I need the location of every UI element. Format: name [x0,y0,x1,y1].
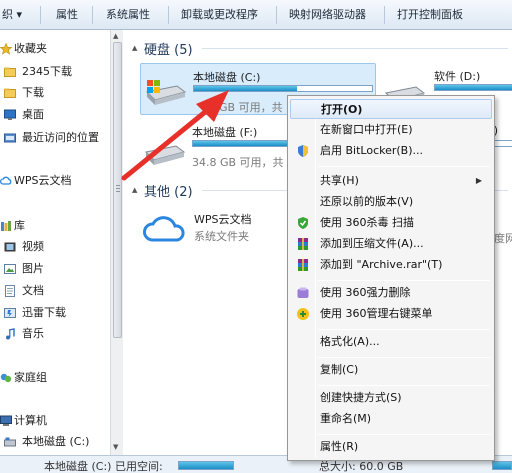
wps-cloud-name: WPS云文档 [194,213,252,226]
nav-item-2345-downloads[interactable]: 2345下载 [0,62,110,82]
menu-item-360-force-delete[interactable]: 使用 360强力删除 [290,283,492,303]
nav-item-documents[interactable]: 文档 [0,281,110,301]
nav-item-pictures[interactable]: 图片 [0,259,110,279]
status-usage-bar [178,461,234,470]
scroll-down-arrow-icon[interactable]: ▼ [113,443,118,451]
navigation-scrollbar[interactable]: ▲ ▼ [110,30,123,455]
picture-icon [4,264,16,274]
uninstall-program-button[interactable]: 卸载或更改程序 [181,0,258,30]
cloud-icon [0,176,12,185]
nav-item-desktop[interactable]: 桌面 [0,105,110,125]
nav-item-computer[interactable]: 计算机 [0,411,110,431]
cloud-icon [143,216,185,242]
wps-cloud-sub: 系统文件夹 [194,230,249,243]
hdd-group-header[interactable]: 硬盘 (5) [144,39,193,58]
drive-d-name: 软件 (D:) [434,70,481,83]
recent-places-icon [4,133,16,143]
library-icon [1,221,11,231]
menu-item-properties[interactable]: 属性(R) [290,437,492,457]
folder-icon [4,67,16,77]
menu-item-open-new-window[interactable]: 在新窗口中打开(E) [290,120,492,140]
menu-item-rename[interactable]: 重命名(M) [290,409,492,429]
collapse-group-icon[interactable]: ▲ [132,186,137,194]
drive-c-usage-bar [193,85,373,92]
properties-button[interactable]: 属性 [56,0,78,30]
nav-item-recent-places[interactable]: 最近访问的位置 [0,128,110,148]
drive-d-usage-bar [434,84,512,91]
360-delete-icon [297,287,309,298]
menu-item-restore-previous[interactable]: 还原以前的版本(V) [290,192,492,212]
menu-item-add-to-archive-rar[interactable]: 添加到 "Archive.rar"(T) [290,255,492,275]
group-divider [202,48,508,49]
drive-f-name: 本地磁盘 (F:) [192,126,258,139]
menu-item-create-shortcut[interactable]: 创建快捷方式(S) [290,388,492,408]
360-manager-icon [297,308,309,320]
drive-c-name: 本地磁盘 (C:) [193,71,261,84]
drive-d-usage-fill [435,85,512,90]
status-usage-bar-right [492,461,512,470]
menu-item-copy[interactable]: 复制(C) [290,360,492,380]
local-disk-icon [145,80,187,105]
context-menu: 打开(O) 在新窗口中打开(E) 启用 BitLocker(B)... 共享(H… [287,95,495,461]
scroll-up-arrow-icon[interactable]: ▲ [113,32,118,40]
menu-item-360-context-manager[interactable]: 使用 360管理右键菜单 [290,304,492,324]
local-disk-icon [144,145,186,165]
open-control-panel-button[interactable]: 打开控制面板 [397,0,463,30]
nav-item-homegroup[interactable]: 家庭组 [0,368,110,388]
nav-item-libraries[interactable]: 库 [0,216,110,236]
nav-item-wps-cloud[interactable]: WPS云文档 [0,171,110,191]
winrar-icon [298,238,308,250]
nav-item-thunder-downloads[interactable]: 迅雷下载 [0,303,110,323]
computer-icon [0,415,12,426]
navigation-pane: 收藏夹 2345下载 下载 桌面 最近访问的位置 WPS云文档 库 视频 图片 … [0,30,110,455]
menu-item-open[interactable]: 打开(O) [290,99,492,119]
drive-f-free-text: 34.8 GB 可用，共 [192,156,284,169]
drive-c-free-text: GB 可用，共 [219,101,283,114]
toolbar-separator [168,6,169,24]
nav-item-local-disk-c[interactable]: 本地磁盘 (C:) [0,432,110,452]
menu-item-360-scan[interactable]: 使用 360杀毒 扫描 [290,213,492,233]
winrar-icon [298,259,308,271]
nav-item-music[interactable]: 音乐 [0,324,110,344]
toolbar-separator [276,6,277,24]
nav-item-downloads[interactable]: 下载 [0,83,110,103]
drive-c-usage-fill [194,86,298,91]
toolbar-separator [384,6,385,24]
collapse-group-icon[interactable]: ▲ [132,44,137,52]
folder-icon [4,88,16,98]
thunder-download-icon [4,308,16,318]
document-icon [5,285,15,297]
map-network-drive-button[interactable]: 映射网络驱动器 [289,0,366,30]
drive-icon [4,437,16,447]
hidden-item-text: 度网 [494,232,512,245]
other-group-header[interactable]: 其他 (2) [144,181,193,200]
video-icon [4,242,16,252]
organize-button[interactable]: 织 ▾ [2,0,22,30]
toolbar-separator [40,6,41,24]
menu-item-format[interactable]: 格式化(A)... [290,332,492,352]
nav-item-favorites[interactable]: 收藏夹 [0,39,110,59]
submenu-arrow-icon: ▶ [475,176,482,185]
star-icon [0,43,12,55]
homegroup-icon [0,373,12,383]
toolbar-separator [92,6,93,24]
command-bar: 织 ▾ 属性 系统属性 卸载或更改程序 映射网络驱动器 打开控制面板 [0,0,512,30]
status-selected-drive: 本地磁盘 (C:) 已用空间: [44,460,163,473]
shield-icon [298,145,308,157]
360-antivirus-icon [298,217,308,229]
menu-item-share[interactable]: 共享(H) ▶ [290,171,492,191]
scrollbar-thumb[interactable] [113,42,122,338]
desktop-icon [4,109,16,120]
system-properties-button[interactable]: 系统属性 [106,0,150,30]
menu-item-bitlocker[interactable]: 启用 BitLocker(B)... [290,141,492,161]
nav-item-videos[interactable]: 视频 [0,237,110,257]
music-icon [6,328,15,340]
menu-item-add-to-archive[interactable]: 添加到压缩文件(A)... [290,234,492,254]
